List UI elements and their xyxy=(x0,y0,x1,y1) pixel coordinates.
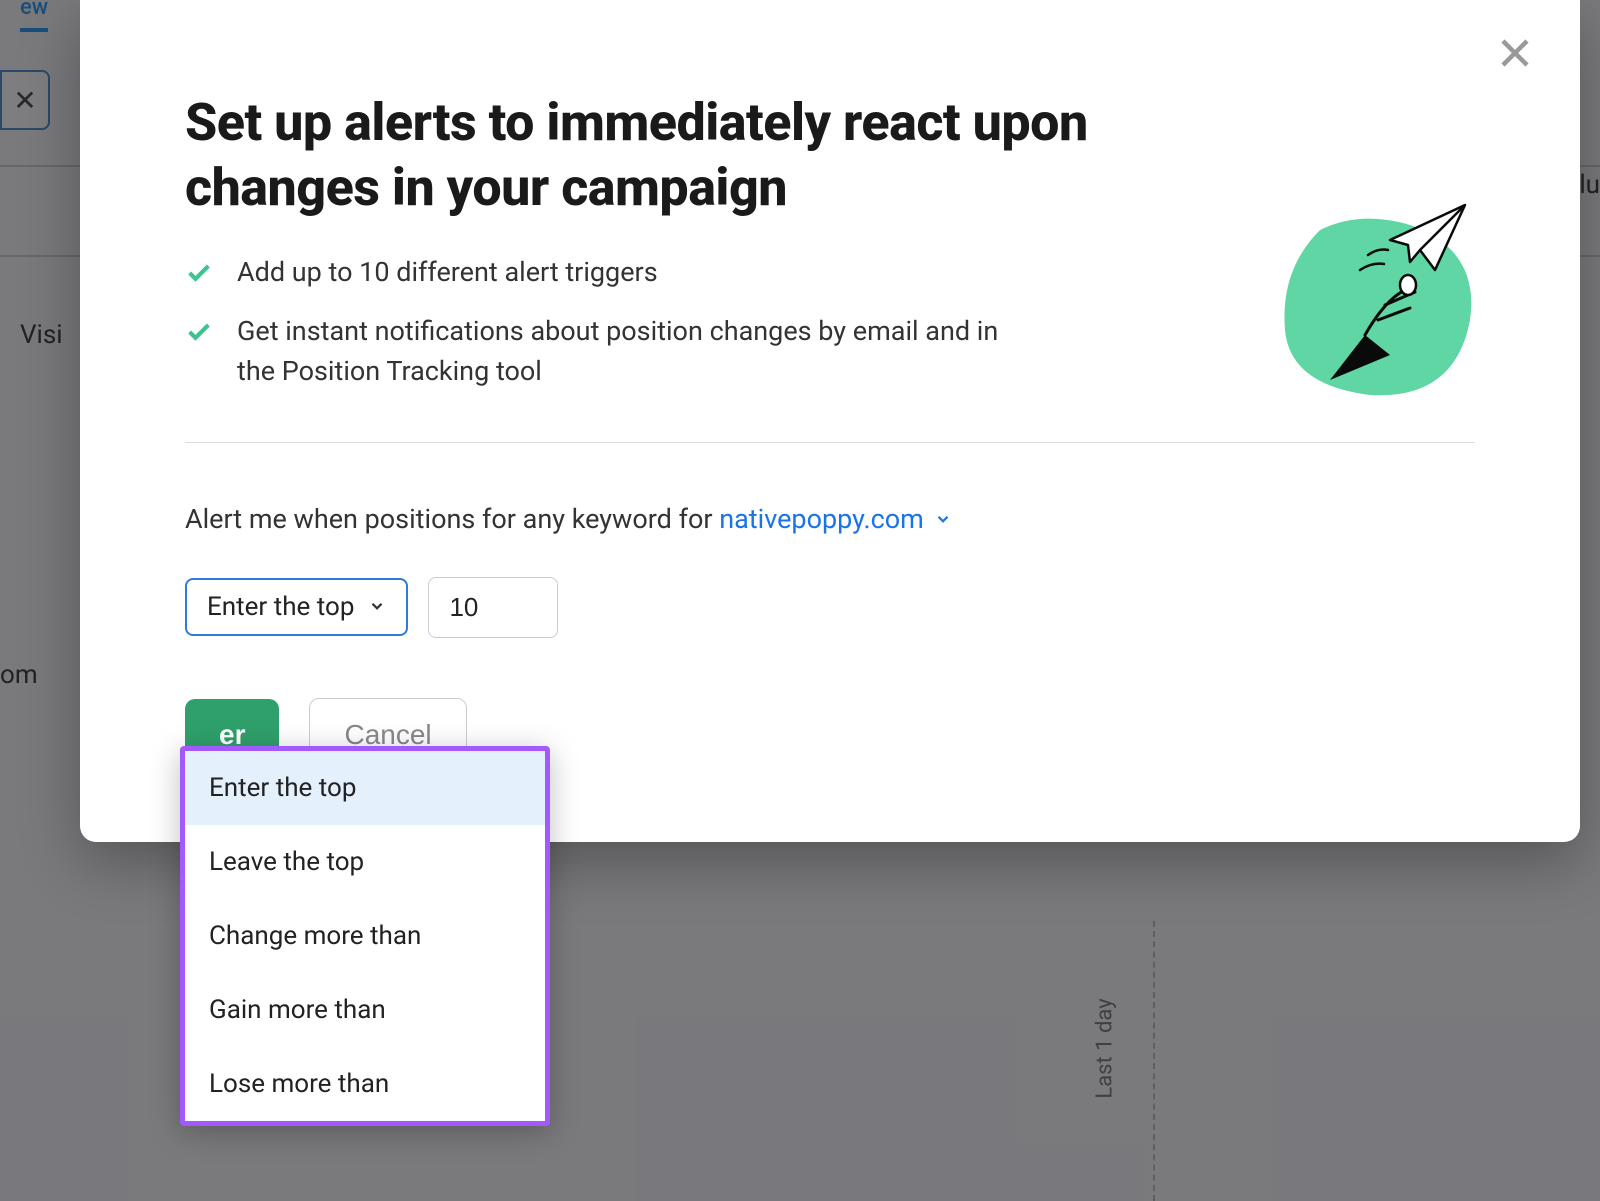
modal-divider xyxy=(185,442,1475,443)
sentence-prefix: Alert me when positions for any keyword … xyxy=(185,503,719,535)
check-icon xyxy=(185,258,213,286)
benefits-list: Add up to 10 different alert triggers Ge… xyxy=(185,252,1005,392)
dropdown-option-leave-top[interactable]: Leave the top xyxy=(185,825,545,899)
domain-name: nativepoppy.com xyxy=(719,503,924,535)
dropdown-option-change-more[interactable]: Change more than xyxy=(185,899,545,973)
chevron-down-icon xyxy=(934,503,952,535)
modal-title: Set up alerts to immediately react upon … xyxy=(185,90,1185,220)
paper-plane-illustration xyxy=(1260,200,1480,400)
trigger-select-value: Enter the top xyxy=(207,592,354,622)
check-icon xyxy=(185,317,213,345)
trigger-controls: Enter the top xyxy=(185,577,1475,638)
benefit-text: Add up to 10 different alert triggers xyxy=(237,252,658,293)
trigger-type-select[interactable]: Enter the top xyxy=(185,578,408,636)
modal-close-button[interactable] xyxy=(1490,30,1540,80)
trigger-type-dropdown: Enter the top Leave the top Change more … xyxy=(180,746,550,1126)
domain-selector[interactable]: nativepoppy.com xyxy=(719,503,952,535)
button-label-fragment: er xyxy=(219,719,245,750)
alerts-setup-modal: Set up alerts to immediately react upon … xyxy=(80,0,1580,842)
dropdown-option-lose-more[interactable]: Lose more than xyxy=(185,1047,545,1121)
dropdown-option-gain-more[interactable]: Gain more than xyxy=(185,973,545,1047)
threshold-input[interactable] xyxy=(428,577,558,638)
button-label: Cancel xyxy=(344,719,431,750)
chevron-down-icon xyxy=(368,592,386,622)
benefit-text: Get instant notifications about position… xyxy=(237,311,1005,392)
benefit-item: Add up to 10 different alert triggers xyxy=(185,252,1005,293)
benefit-item: Get instant notifications about position… xyxy=(185,311,1005,392)
alert-sentence: Alert me when positions for any keyword … xyxy=(185,503,1475,535)
dropdown-option-enter-top[interactable]: Enter the top xyxy=(185,751,545,825)
close-icon xyxy=(1497,35,1533,75)
